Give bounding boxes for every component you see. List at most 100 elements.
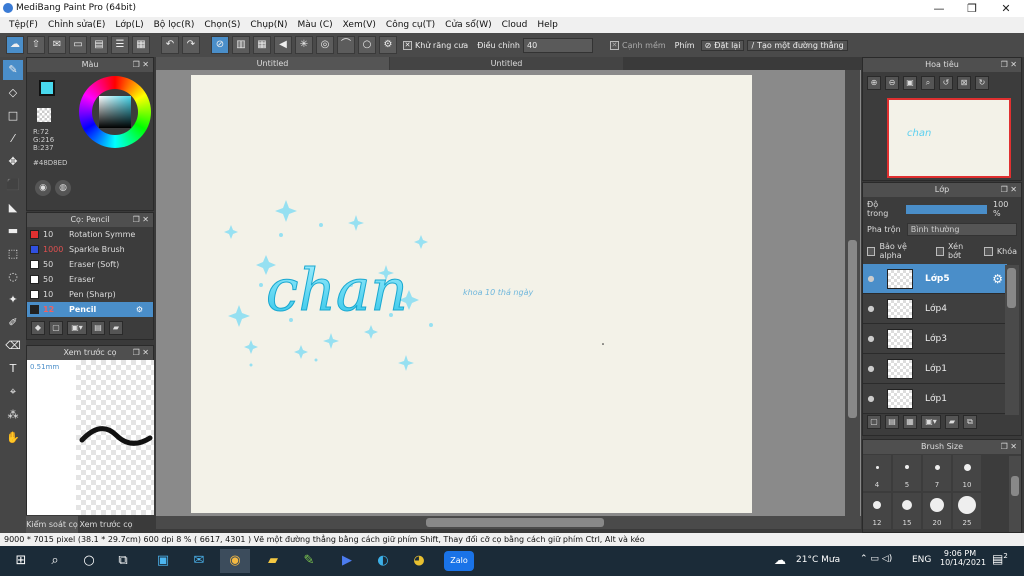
zalo-app-icon[interactable]: Zalo — [444, 551, 474, 571]
lock-checkbox[interactable] — [984, 246, 993, 256]
layer-menu-icon[interactable]: ▣▾ — [921, 415, 941, 429]
brush-item[interactable]: 10 Rotation Symme — [27, 227, 153, 242]
visibility-icon[interactable]: ● — [863, 334, 879, 343]
divide-tool-icon[interactable]: ⌖ — [3, 382, 23, 402]
save-icon[interactable]: ▤ — [90, 36, 108, 54]
eraser-tool-icon[interactable]: ◇ — [3, 83, 23, 103]
hue-wheel[interactable] — [79, 76, 151, 148]
edge-checkbox[interactable]: ✕ — [609, 40, 619, 50]
edge-browser-icon[interactable]: ◐ — [368, 549, 398, 573]
brush-folder-icon[interactable]: ▰ — [109, 321, 123, 335]
canvas-tab-1[interactable]: Untitled — [156, 57, 389, 70]
layer-scrollbar[interactable] — [1005, 265, 1019, 415]
grid-snap-icon[interactable]: ▦ — [253, 36, 271, 54]
chrome-browser-icon[interactable]: ◕ — [404, 549, 434, 573]
menu-layer[interactable]: Lớp(L) — [110, 20, 148, 30]
tab-brush-control[interactable]: Kiểm soát cọ — [26, 516, 78, 533]
panel-close-icon[interactable]: ❐ ✕ — [133, 346, 149, 360]
visibility-icon[interactable]: ● — [863, 364, 879, 373]
parallel-snap-icon[interactable]: ▥ — [232, 36, 250, 54]
brush-doc-icon[interactable]: ▤ — [91, 321, 105, 335]
menu-view[interactable]: Xem(V) — [338, 20, 381, 30]
tray-icons[interactable]: ⌃ ▭ ◁) — [860, 554, 892, 564]
menu-tools[interactable]: Công cụ(T) — [381, 20, 440, 30]
horizontal-scroll-thumb[interactable] — [426, 518, 604, 527]
search-icon[interactable]: ⌕ — [40, 549, 70, 573]
protect-alpha-checkbox[interactable] — [867, 246, 876, 256]
menu-capture[interactable]: Chụp(N) — [245, 20, 292, 30]
select-tool-icon[interactable]: ⬚ — [3, 244, 23, 264]
dot-tool-icon[interactable]: ⁄ — [3, 129, 23, 149]
brush-size-cell[interactable]: 25 — [953, 493, 981, 529]
navigator-preview[interactable]: chan — [887, 98, 1011, 178]
straight-line-button[interactable]: / Tạo một đường thẳng — [747, 39, 848, 51]
vanishing-snap-icon[interactable]: ◀ — [274, 36, 292, 54]
brush-item[interactable]: 50 Eraser — [27, 272, 153, 287]
zoom-app-icon[interactable]: ▶ — [332, 549, 362, 573]
brush-item[interactable]: 50 Eraser (Soft) — [27, 257, 153, 272]
close-button[interactable]: ✕ — [989, 0, 1023, 17]
language-indicator[interactable]: ENG — [912, 555, 931, 565]
brush-tool-icon[interactable]: ✎ — [3, 60, 23, 80]
maximize-button[interactable]: ❐ — [955, 0, 989, 17]
windows-start-icon[interactable]: ⊞ — [6, 549, 36, 573]
palette-settings-icon[interactable]: ◍ — [55, 180, 71, 196]
new-layer-icon[interactable]: ▢ — [867, 415, 881, 429]
layer-row[interactable]: ● Lớp1 — [863, 354, 1007, 384]
store-icon[interactable]: ▣ — [148, 549, 178, 573]
menu-help[interactable]: Help — [532, 20, 563, 30]
settings-icon[interactable]: ⚙ — [379, 36, 397, 54]
transparent-swatch[interactable] — [37, 108, 51, 122]
medibang-taskbar-icon[interactable]: ◉ — [220, 549, 250, 573]
panel-close-icon[interactable]: ❐ ✕ — [133, 213, 149, 227]
shape-tool-icon[interactable]: □ — [3, 106, 23, 126]
panel-close-icon[interactable]: ❐ ✕ — [133, 58, 149, 72]
clock[interactable]: 9:06 PM 10/14/2021 — [940, 549, 986, 567]
layer-row[interactable]: ● Lớp5 ⚙ — [863, 264, 1007, 294]
clipping-checkbox[interactable] — [935, 246, 945, 256]
curve-snap-icon[interactable]: ⌒ — [337, 36, 355, 54]
rotate-left-icon[interactable]: ↺ — [939, 76, 953, 90]
circle-snap-icon[interactable]: ◎ — [316, 36, 334, 54]
brush-menu-icon[interactable]: ▣▾ — [67, 321, 87, 335]
duplicate-layer-icon[interactable]: ⧉ — [963, 415, 977, 429]
palette-icon[interactable]: ◉ — [35, 180, 51, 196]
text-tool-icon[interactable]: T — [3, 359, 23, 379]
visibility-icon[interactable]: ● — [863, 274, 879, 283]
cloud-icon[interactable]: ☁ — [6, 36, 24, 54]
adjust-input[interactable]: 40 — [522, 37, 593, 53]
antialias-toggle[interactable]: ✕ Khử răng cưa — [400, 40, 471, 50]
brush-size-cell[interactable]: 4 — [863, 455, 891, 491]
reset-button[interactable]: ⊘ Đặt lại — [700, 39, 745, 51]
magic-wand-icon[interactable]: ✦ — [3, 290, 23, 310]
brush-new-icon[interactable]: ▢ — [49, 321, 63, 335]
menu-file[interactable]: Tệp(F) — [4, 20, 43, 30]
edge-toggle[interactable]: ✕ Cạnh mềm — [607, 40, 669, 50]
panel-close-icon[interactable]: ❐ ✕ — [1001, 183, 1017, 197]
layer-row[interactable]: ● Lớp1 — [863, 384, 1007, 414]
primary-color-swatch[interactable] — [39, 80, 55, 96]
move-tool-icon[interactable]: ✥ — [3, 152, 23, 172]
rotate-right-icon[interactable]: ↻ — [975, 76, 989, 90]
brush-settings-icon[interactable]: ⚙ — [136, 305, 143, 314]
weather-text[interactable]: 21°C Mưa — [796, 555, 840, 565]
brush-size-scroll-thumb[interactable] — [1011, 476, 1019, 496]
new-8bit-layer-icon[interactable]: ▦ — [903, 415, 917, 429]
fill-tool-icon[interactable]: ⬛ — [3, 175, 23, 195]
blend-select[interactable]: Bình thường — [906, 223, 1017, 236]
undo-icon[interactable]: ↶ — [161, 36, 179, 54]
eyedropper-tool-icon[interactable]: ⁂ — [3, 405, 23, 425]
select-eraser-icon[interactable]: ⌫ — [3, 336, 23, 356]
grid-view-icon[interactable]: ▦ — [132, 36, 150, 54]
layer-folder-icon[interactable]: ▰ — [945, 415, 959, 429]
file-explorer-icon[interactable]: ▰ — [258, 549, 288, 573]
layer-row[interactable]: ● Lớp3 — [863, 324, 1007, 354]
cortana-icon[interactable]: ○ — [74, 549, 104, 573]
menu-filter[interactable]: Bộ lọc(R) — [149, 20, 200, 30]
hand-tool-icon[interactable]: ✋ — [3, 428, 23, 448]
redo-icon[interactable]: ↷ — [182, 36, 200, 54]
visibility-icon[interactable]: ● — [863, 394, 879, 403]
zoom-out-icon[interactable]: ⊖ — [885, 76, 899, 90]
menu-select[interactable]: Chọn(S) — [199, 20, 245, 30]
layer-settings-icon[interactable]: ⚙ — [992, 272, 1003, 286]
